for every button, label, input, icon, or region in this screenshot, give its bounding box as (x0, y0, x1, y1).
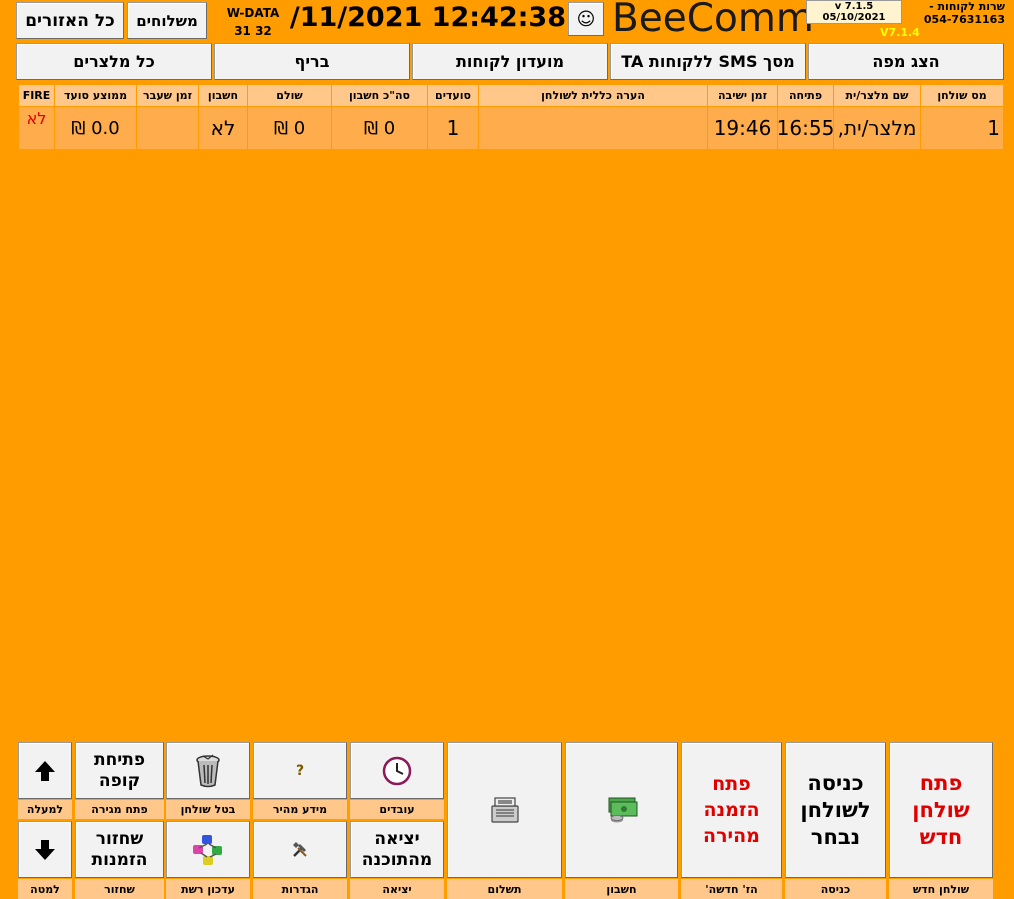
exit-label: יציאה (350, 879, 444, 899)
enter-label: כניסה (785, 879, 886, 899)
cancel-table-button[interactable] (166, 742, 250, 799)
scroll-up-label: למעלה (18, 800, 72, 819)
cell-paid[interactable]: 0 ₪ (248, 107, 331, 149)
new-table-label: שולחן חדש (889, 879, 993, 899)
settings-button[interactable] (253, 821, 347, 878)
beecomm-logo: BeeComm (612, 0, 814, 41)
col-header-bill[interactable]: חשבון (199, 85, 247, 106)
sms-screen-button[interactable]: מסך SMS ללקוחות TA (610, 43, 806, 80)
cell-table-no[interactable]: 1 (921, 107, 1003, 149)
cell-bill[interactable]: לא (199, 107, 247, 149)
network-icon (193, 834, 222, 865)
customer-service-phone: 054-7631163 (923, 13, 1005, 26)
cell-total[interactable]: 0 ₪ (332, 107, 427, 149)
cell-fire[interactable]: לא (19, 107, 54, 149)
all-waiters-button[interactable]: כל מלצרים (16, 43, 212, 80)
col-header-sitting-time[interactable]: זמן ישיבה (708, 85, 777, 106)
show-map-button[interactable]: הצג מפה (808, 43, 1004, 80)
deliveries-button[interactable]: משלוחים (127, 2, 207, 39)
scroll-down-label: למטה (18, 879, 72, 899)
open-new-table-button[interactable]: פתח שולחן חדש (889, 742, 993, 878)
question-mark-icon: ? (295, 762, 305, 779)
settings-label: הגדרות (253, 879, 347, 899)
open-drawer-label: פתח מגירה (75, 800, 164, 819)
col-header-total[interactable]: סה"כ חשבון (332, 85, 427, 106)
cell-avg-diner[interactable]: 0.0 ₪ (55, 107, 136, 149)
cash-register-icon (490, 797, 519, 823)
employees-button[interactable] (350, 742, 444, 799)
wdata-title: W-DATA (226, 6, 280, 20)
wdata-numbers: 31 32 (234, 24, 272, 38)
brief-button[interactable]: בריף (214, 43, 410, 80)
smiley-button[interactable]: ☺ (568, 2, 604, 36)
cancel-table-label: בטל שולחן (166, 800, 250, 819)
customer-service: שרות לקוחות - 054-7631163 (905, 0, 1009, 28)
open-register-button[interactable]: פתיחת קופה (75, 742, 164, 799)
scroll-down-button[interactable] (18, 821, 72, 878)
version-number: v 7.1.5 (834, 1, 874, 12)
network-update-label: עדכון רשת (166, 879, 250, 899)
cell-opened[interactable]: 16:55 (777, 107, 834, 149)
cell-waiter[interactable]: מלצר/ית, (834, 107, 920, 149)
payment-label: תשלום (447, 879, 562, 899)
tools-icon (293, 841, 307, 857)
col-header-opened[interactable]: פתיחה (778, 85, 833, 106)
scroll-up-button[interactable] (18, 742, 72, 799)
cell-note[interactable] (479, 107, 707, 149)
exit-app-button[interactable]: יציאה מהתוכנה (350, 821, 444, 878)
enter-table-button[interactable]: כניסה לשולחן נבחר (785, 742, 886, 878)
col-header-diners[interactable]: סועדים (428, 85, 478, 106)
version-yellow: V7.1.4 (880, 26, 920, 39)
quick-info-button[interactable]: ? (253, 742, 347, 799)
bill-button[interactable] (565, 742, 678, 878)
money-icon (608, 797, 637, 823)
cell-sitting-time[interactable]: 19:46 (708, 107, 777, 149)
cell-diners[interactable]: 1 (428, 107, 478, 149)
col-header-note[interactable]: הערה כללית לשולחן (479, 85, 707, 106)
restore-label: שחזור (75, 879, 164, 899)
cell-elapsed[interactable] (137, 107, 198, 149)
all-regions-button[interactable]: כל האזורים (16, 2, 124, 39)
col-header-waiter[interactable]: שם מלצר/ית (834, 85, 920, 106)
payment-button[interactable] (447, 742, 562, 878)
quick-info-label: מידע מהיר (253, 800, 347, 819)
version-date: 05/10/2021 (822, 12, 886, 23)
datetime-display: 0/11/2021 12:42:38 (290, 2, 566, 33)
col-header-paid[interactable]: שולם (248, 85, 331, 106)
restore-orders-button[interactable]: שחזור הזמנות (75, 821, 164, 878)
version-box: v 7.1.5 05/10/2021 (806, 0, 902, 24)
customer-club-button[interactable]: מועדון לקוחות (412, 43, 608, 80)
network-update-button[interactable] (166, 821, 250, 878)
wdata-indicator: W-DATA 31 32 (218, 4, 288, 40)
customer-service-label: שרות לקוחות - (929, 0, 1005, 13)
arrow-up-icon (35, 760, 55, 781)
quick-order-button[interactable]: פתח הזמנה מהירה (681, 742, 782, 878)
col-header-elapsed[interactable]: זמן שעבר (137, 85, 198, 106)
new-order-label: הז' חדשה' (681, 879, 782, 899)
employees-label: עובדים (350, 800, 444, 819)
clock-icon (382, 756, 412, 785)
bill-label: חשבון (565, 879, 678, 899)
col-header-table-no[interactable]: מס שולחן (921, 85, 1003, 106)
col-header-fire[interactable]: FIRE (19, 85, 54, 106)
trash-can-icon (196, 754, 220, 787)
col-header-avg-diner[interactable]: ממוצע סועד (55, 85, 136, 106)
arrow-down-icon (35, 839, 55, 860)
